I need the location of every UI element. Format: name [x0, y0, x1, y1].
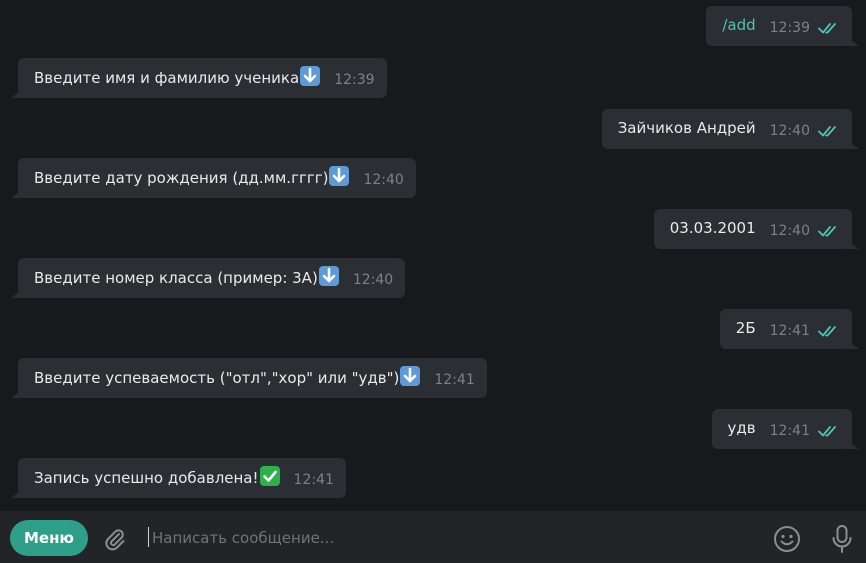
message-time: 12:41	[434, 372, 475, 388]
double-check-read-icon	[818, 23, 836, 34]
message-text-content: Запись успешно добавлена!	[34, 469, 259, 487]
message-time: 12:41	[769, 423, 810, 439]
message-input-area[interactable]	[148, 524, 748, 552]
down-arrow-emoji	[329, 166, 350, 186]
outgoing-message[interactable]: /add 12:39	[706, 6, 852, 46]
down-arrow-emoji	[318, 266, 339, 286]
message-time: 12:40	[769, 223, 810, 239]
message-time: 12:41	[769, 323, 810, 339]
outgoing-message[interactable]: удв 12:41	[711, 409, 852, 449]
microphone-icon[interactable]	[830, 523, 854, 555]
down-arrow-emoji	[300, 66, 321, 86]
double-check-read-icon	[818, 226, 836, 237]
message-meta: 12:41	[434, 370, 474, 390]
message-text-content: Введите успеваемость ("отл","хор" или "у…	[34, 369, 400, 387]
incoming-message[interactable]: Введите дату рождения (дд.мм.гггг) 12:40	[18, 158, 416, 198]
message-text: Зайчиков Андрей	[617, 119, 756, 137]
message-text: удв	[727, 419, 756, 437]
message-text: Введите имя и фамилию ученика	[34, 66, 321, 89]
smiley-icon[interactable]	[772, 524, 802, 554]
message-time: 12:40	[363, 172, 404, 188]
bot-command-link[interactable]: /add	[722, 14, 755, 36]
message-time: 12:41	[293, 472, 334, 488]
incoming-message[interactable]: Введите успеваемость ("отл","хор" или "у…	[18, 358, 487, 398]
message-list[interactable]: /add 12:39 Введите имя и фамилию ученика…	[0, 0, 866, 511]
telegram-chat-window: /add 12:39 Введите имя и фамилию ученика…	[0, 0, 866, 563]
message-text: Введите номер класса (пример: 3А)	[34, 266, 339, 289]
outgoing-message[interactable]: Зайчиков Андрей 12:40	[601, 109, 852, 149]
message-meta: 12:41	[294, 470, 334, 490]
message-input[interactable]	[152, 524, 742, 552]
outgoing-message[interactable]: 2Б 12:41	[719, 309, 852, 349]
incoming-message[interactable]: Запись успешно добавлена! 12:41	[18, 458, 346, 498]
incoming-message[interactable]: Введите номер класса (пример: 3А) 12:40	[18, 258, 406, 298]
message-time: 12:40	[769, 123, 810, 139]
message-meta: 12:40	[770, 121, 840, 141]
down-arrow-emoji	[400, 366, 421, 386]
bot-menu-button[interactable]: Меню	[10, 520, 88, 556]
paperclip-icon[interactable]	[100, 525, 128, 553]
message-text-content: Введите номер класса (пример: 3А)	[34, 269, 318, 287]
message-text: 2Б	[735, 319, 756, 337]
message-text: Запись успешно добавлена!	[34, 466, 280, 489]
message-text: Введите дату рождения (дд.мм.гггг)	[34, 166, 350, 189]
message-text: 03.03.2001	[669, 219, 756, 237]
incoming-message[interactable]: Введите имя и фамилию ученика 12:39	[18, 58, 387, 98]
message-text: Введите успеваемость ("отл","хор" или "у…	[34, 366, 421, 389]
text-cursor	[148, 527, 149, 547]
message-composer: Меню	[0, 511, 866, 563]
message-time: 12:39	[334, 72, 375, 88]
message-text-content: Введите дату рождения (дд.мм.гггг)	[34, 169, 329, 187]
message-meta: 12:40	[353, 270, 393, 290]
double-check-read-icon	[818, 126, 836, 137]
double-check-read-icon	[818, 326, 836, 337]
check-mark-emoji	[259, 466, 280, 486]
message-meta: 12:41	[770, 321, 840, 341]
message-text-content: Введите имя и фамилию ученика	[34, 69, 300, 87]
message-meta: 12:40	[363, 170, 403, 190]
message-meta: 12:40	[770, 221, 840, 241]
message-time: 12:40	[352, 272, 394, 288]
message-time: 12:39	[769, 20, 810, 36]
outgoing-message[interactable]: 03.03.2001 12:40	[653, 209, 852, 249]
message-meta: 12:41	[770, 421, 840, 441]
message-meta: 12:39	[770, 18, 840, 38]
double-check-read-icon	[818, 426, 836, 437]
message-meta: 12:39	[334, 70, 374, 90]
